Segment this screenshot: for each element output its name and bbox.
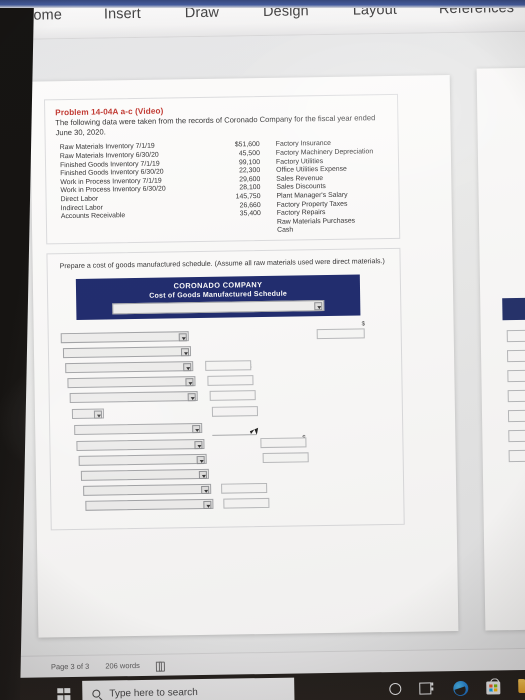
data-right-label: Factory Machinery Depreciation bbox=[275, 148, 374, 157]
tab-home[interactable]: Home bbox=[23, 5, 62, 26]
adjacent-field[interactable] bbox=[507, 389, 525, 403]
data-right-label: Raw Materials Purchases bbox=[276, 217, 356, 226]
amount-input-11[interactable] bbox=[221, 482, 268, 494]
chevron-down-icon[interactable] bbox=[187, 392, 196, 401]
data-amount: 145,750 bbox=[235, 193, 261, 201]
schedule-card: Prepare a cost of goods manufactured sch… bbox=[46, 247, 405, 531]
data-right-label: Factory Property Taxes bbox=[276, 200, 348, 209]
data-right-label: Factory Repairs bbox=[276, 209, 326, 217]
tab-layout[interactable]: Layout bbox=[353, 0, 397, 21]
adjacent-field[interactable] bbox=[508, 429, 525, 443]
adjacent-field[interactable] bbox=[506, 329, 525, 343]
chevron-down-icon[interactable] bbox=[201, 485, 210, 494]
amount-input-6[interactable] bbox=[211, 405, 259, 418]
problem-subtitle: The following data were taken from the r… bbox=[55, 113, 376, 137]
data-right-label: Office Utilities Expense bbox=[276, 165, 347, 175]
requirement-text: Prepare a cost of goods manufactured sch… bbox=[59, 257, 385, 271]
page-indicator[interactable]: Page 3 of 3 bbox=[51, 662, 90, 672]
chevron-down-icon[interactable] bbox=[180, 347, 190, 357]
data-amount: 45,500 bbox=[238, 150, 260, 158]
file-explorer-icon[interactable] bbox=[518, 680, 525, 694]
data-amount: 35,400 bbox=[239, 210, 261, 218]
account-select-12[interactable] bbox=[85, 498, 214, 512]
account-select-8[interactable] bbox=[76, 438, 205, 452]
windows-logo-icon[interactable] bbox=[57, 687, 71, 700]
account-select-6[interactable] bbox=[71, 408, 105, 420]
schedule-form: $ $ $ bbox=[59, 321, 394, 519]
microsoft-edge-icon[interactable] bbox=[453, 680, 469, 696]
problem-card: Problem 14-04A a-c (Video) The following… bbox=[44, 93, 401, 245]
data-amount: 29,600 bbox=[239, 175, 261, 184]
amount-input-4[interactable] bbox=[207, 374, 254, 387]
chevron-down-icon[interactable] bbox=[203, 500, 212, 509]
microsoft-store-icon[interactable] bbox=[486, 680, 501, 695]
data-right-label: Sales Revenue bbox=[276, 174, 324, 183]
search-placeholder: Type here to search bbox=[109, 686, 198, 699]
amount-input-3[interactable] bbox=[205, 359, 252, 372]
word-count[interactable]: 206 words bbox=[105, 661, 140, 671]
adjacent-field[interactable] bbox=[508, 449, 525, 463]
cortana-icon[interactable] bbox=[389, 682, 402, 696]
book-icon[interactable] bbox=[156, 661, 165, 669]
data-right-label: Cash bbox=[277, 226, 294, 235]
search-input[interactable]: Type here to search bbox=[82, 677, 295, 700]
account-select-3[interactable] bbox=[65, 360, 194, 374]
tab-references[interactable]: References bbox=[439, 0, 514, 19]
data-right-label: Sales Discounts bbox=[276, 183, 326, 192]
adjacent-field[interactable] bbox=[507, 349, 525, 363]
taskbar-tray bbox=[389, 679, 525, 697]
ribbon-tab-list: e Home Insert Draw Design Layout Referen… bbox=[0, 0, 525, 26]
problem-data-grid: Raw Materials Inventory 7/1/19 $51,600 F… bbox=[56, 139, 389, 237]
account-select-2[interactable] bbox=[62, 345, 192, 359]
chevron-down-icon[interactable] bbox=[178, 332, 187, 342]
schedule-banner: CORONADO COMPANY Cost of Goods Manufactu… bbox=[75, 274, 361, 320]
tab-draw[interactable]: Draw bbox=[185, 3, 220, 24]
data-amount: 26,660 bbox=[239, 201, 261, 209]
search-icon bbox=[92, 689, 101, 698]
document-page: Problem 14-04A a-c (Video) The following… bbox=[29, 75, 459, 638]
task-view-icon[interactable] bbox=[419, 680, 435, 696]
account-select-5[interactable] bbox=[69, 390, 198, 404]
data-right-label: Factory Insurance bbox=[275, 140, 331, 149]
adjacent-field[interactable] bbox=[507, 369, 525, 383]
data-amount: $51,600 bbox=[234, 141, 260, 149]
data-amount: 28,100 bbox=[239, 184, 261, 192]
chevron-down-icon[interactable] bbox=[183, 362, 192, 371]
amount-input-8[interactable] bbox=[260, 437, 307, 449]
account-select-10[interactable] bbox=[80, 468, 209, 482]
account-select-11[interactable] bbox=[83, 483, 212, 497]
document-workspace[interactable]: Problem 14-04A a-c (Video) The following… bbox=[0, 31, 525, 657]
account-select-7[interactable] bbox=[74, 422, 203, 436]
screen-content: e Home Insert Draw Design Layout Referen… bbox=[0, 0, 525, 700]
chevron-down-icon[interactable] bbox=[198, 470, 207, 479]
adjacent-page bbox=[476, 67, 525, 631]
chevron-down-icon[interactable] bbox=[196, 455, 205, 464]
amount-input-1[interactable] bbox=[316, 328, 365, 340]
amount-input-12[interactable] bbox=[223, 497, 270, 509]
dollar-sign: $ bbox=[361, 321, 365, 328]
data-right-label: Factory Utilities bbox=[275, 157, 324, 166]
monitor-photo: e Home Insert Draw Design Layout Referen… bbox=[0, 0, 525, 700]
account-select-4[interactable] bbox=[67, 375, 196, 389]
adjacent-field[interactable] bbox=[507, 409, 525, 423]
amount-input-5[interactable] bbox=[209, 389, 256, 402]
tab-insert[interactable]: Insert bbox=[104, 4, 141, 25]
data-amount: 99,100 bbox=[238, 158, 261, 166]
subtotal-rule bbox=[212, 433, 257, 436]
account-select-9[interactable] bbox=[78, 453, 207, 467]
chevron-down-icon[interactable] bbox=[194, 440, 203, 449]
chevron-down-icon[interactable] bbox=[192, 424, 201, 433]
account-select-1[interactable] bbox=[60, 330, 189, 344]
period-select[interactable] bbox=[112, 300, 325, 315]
adjacent-page-banner bbox=[502, 297, 525, 321]
chevron-down-icon[interactable] bbox=[93, 410, 103, 419]
data-amount: 22,300 bbox=[239, 167, 261, 175]
tab-design[interactable]: Design bbox=[263, 1, 309, 22]
chevron-down-icon[interactable] bbox=[185, 377, 194, 386]
chevron-down-icon[interactable] bbox=[314, 302, 323, 311]
amount-input-9[interactable] bbox=[262, 452, 309, 464]
data-right-label: Plant Manager's Salary bbox=[276, 191, 348, 200]
